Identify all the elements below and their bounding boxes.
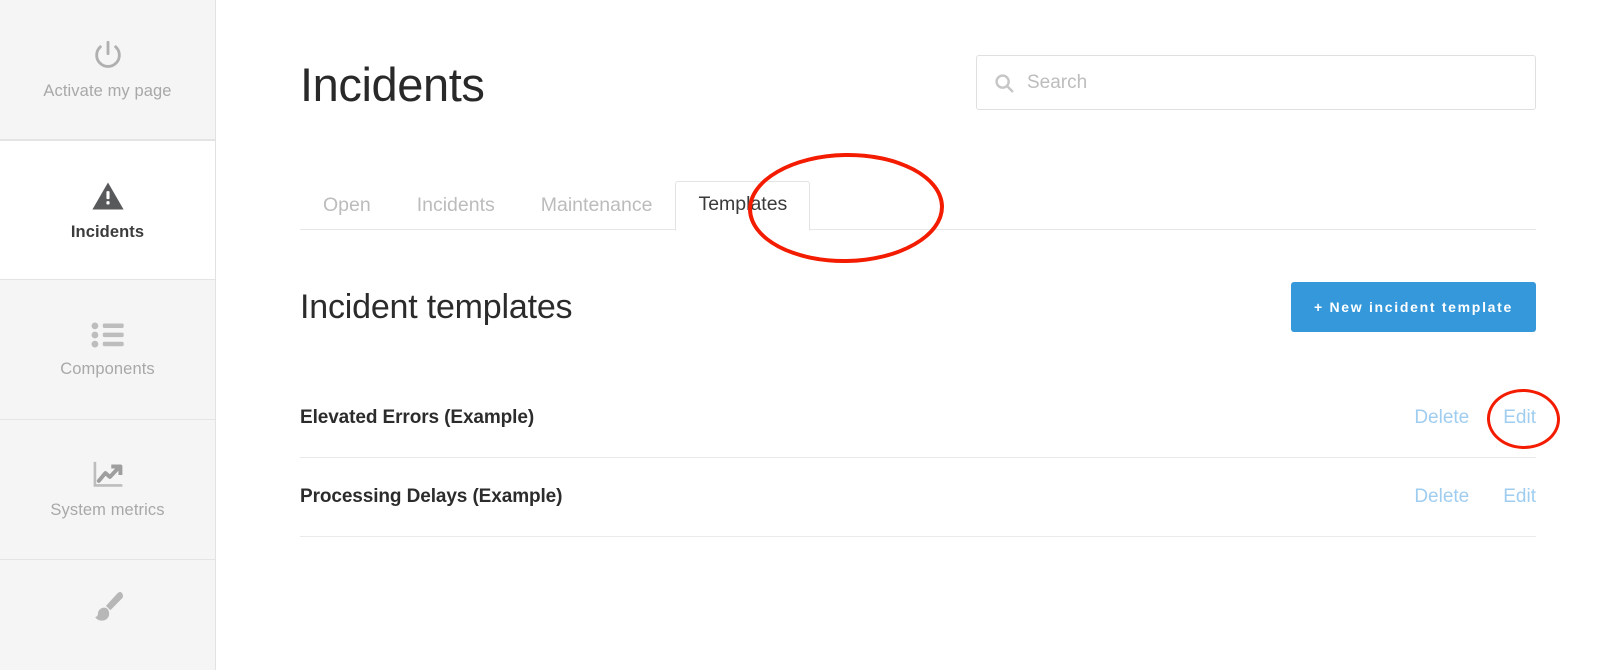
search-input[interactable]: Search (976, 55, 1536, 110)
warning-triangle-icon (90, 179, 126, 213)
search-icon (993, 72, 1015, 94)
sidebar-item-label: Incidents (70, 222, 145, 241)
template-name: Processing Delays (Example) (300, 486, 563, 507)
sidebar-item-label: Components (60, 360, 155, 378)
edit-link[interactable]: Edit (1503, 486, 1536, 508)
page-header: Incidents Search (300, 55, 1536, 125)
sidebar-item-label: Activate my page (43, 82, 172, 100)
incident-template-list: Elevated Errors (Example) Delete Edit Pr… (300, 379, 1536, 537)
chart-trending-up-icon (91, 459, 125, 491)
row-action-group: Delete Edit (1414, 486, 1536, 508)
tab-incidents[interactable]: Incidents (394, 182, 518, 230)
app-root: Activate my page Incidents Components Sy… (0, 0, 1600, 670)
sidebar-item-activate-my-page[interactable]: Activate my page (0, 0, 215, 140)
list-icon (91, 320, 125, 350)
section-header: Incident templates + New incident templa… (300, 282, 1536, 332)
section-title: Incident templates (300, 288, 573, 326)
tab-templates[interactable]: Templates (675, 180, 811, 231)
paint-brush-icon (89, 588, 127, 626)
sidebar-item-system-metrics[interactable]: System metrics (0, 420, 215, 560)
new-incident-template-button[interactable]: + New incident template (1291, 282, 1536, 332)
delete-link[interactable]: Delete (1414, 486, 1469, 508)
power-icon (91, 38, 125, 72)
row-action-group: Delete Edit (1414, 407, 1536, 429)
table-row: Elevated Errors (Example) Delete Edit (300, 379, 1536, 458)
sidebar-item-label: System metrics (50, 501, 165, 519)
page-title: Incidents (300, 58, 485, 111)
sidebar: Activate my page Incidents Components Sy… (0, 0, 216, 670)
delete-link[interactable]: Delete (1414, 407, 1469, 429)
main-content: Incidents Search Open Incidents Maintena… (216, 0, 1600, 670)
table-row: Processing Delays (Example) Delete Edit (300, 458, 1536, 537)
sidebar-item-incidents[interactable]: Incidents (0, 140, 215, 280)
search-placeholder: Search (1027, 71, 1088, 93)
tab-maintenance[interactable]: Maintenance (518, 182, 676, 230)
tab-open[interactable]: Open (300, 182, 394, 230)
sidebar-item-components[interactable]: Components (0, 280, 215, 420)
edit-link[interactable]: Edit (1503, 407, 1536, 429)
sidebar-item-customize[interactable] (0, 560, 215, 670)
tab-list: Open Incidents Maintenance Templates (300, 168, 1536, 231)
tabs-container: Open Incidents Maintenance Templates (300, 168, 1536, 232)
template-name: Elevated Errors (Example) (300, 407, 535, 428)
